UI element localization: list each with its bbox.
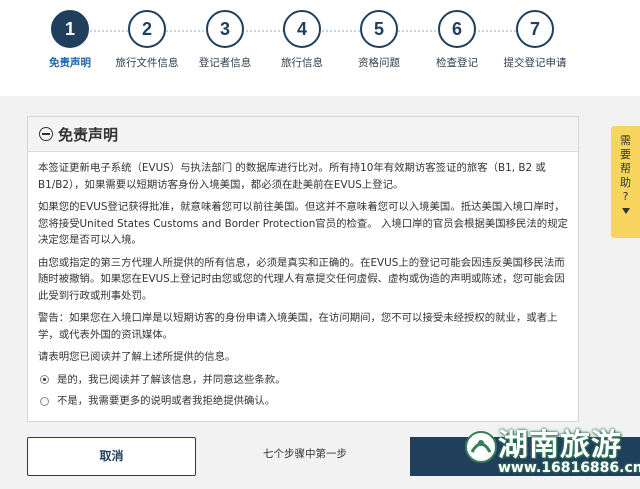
step-2-label: 旅行文件信息 bbox=[115, 57, 179, 69]
step-5-number: 5 bbox=[360, 10, 398, 48]
caret-down-icon bbox=[621, 208, 630, 214]
step-2-number: 2 bbox=[128, 10, 166, 48]
step-3-number: 3 bbox=[206, 10, 244, 48]
step-7[interactable]: 7 提交登记申请 bbox=[490, 10, 580, 70]
step-2[interactable]: 2 旅行文件信息 bbox=[102, 10, 192, 70]
disclaimer-body: 本签证更新电子系统（EVUS）与执法部门 的数据库进行比对。所有持10年有效期访… bbox=[28, 152, 578, 410]
decline-label[interactable]: 不是，我需要更多的说明或者我拒绝提供确认。 bbox=[57, 393, 275, 410]
disclaimer-paragraph: 本签证更新电子系统（EVUS）与执法部门 的数据库进行比对。所有持10年有效期访… bbox=[38, 162, 546, 191]
agree-label[interactable]: 是的，我已阅读并了解该信息，并同意这些条款。 bbox=[57, 372, 286, 389]
panel-title: 免责声明 bbox=[58, 125, 119, 144]
option-agree[interactable]: 是的，我已阅读并了解该信息，并同意这些条款。 bbox=[38, 372, 568, 389]
help-tab[interactable]: 需 要 帮 助 ? bbox=[611, 126, 640, 238]
agree-radio[interactable] bbox=[40, 375, 49, 385]
step-5[interactable]: 5 资格问题 bbox=[334, 10, 424, 70]
cancel-button[interactable]: 取消 bbox=[27, 437, 196, 476]
help-char: 要 bbox=[620, 148, 631, 161]
step-7-label: 提交登记申请 bbox=[503, 57, 567, 69]
disclaimer-panel-header[interactable]: 免责声明 bbox=[28, 117, 578, 152]
disclaimer-paragraph: 请表明您已阅读并了解上述所提供的信息。 bbox=[38, 351, 236, 363]
step-5-label: 资格问题 bbox=[358, 57, 400, 69]
disclaimer-panel: 免责声明 本签证更新电子系统（EVUS）与执法部门 的数据库进行比对。所有持10… bbox=[27, 116, 579, 422]
help-char: 帮 bbox=[620, 162, 631, 175]
collapse-icon[interactable] bbox=[39, 127, 53, 141]
step-6-label: 检查登记 bbox=[436, 57, 478, 69]
step-7-number: 7 bbox=[516, 10, 554, 48]
next-button[interactable] bbox=[410, 437, 640, 476]
decline-radio[interactable] bbox=[40, 396, 49, 406]
disclaimer-paragraph: 由您或指定的第三方代理人所提供的所有信息，必须是真实和正确的。在EVUS上的登记… bbox=[38, 256, 565, 302]
step-4-number: 4 bbox=[283, 10, 321, 48]
help-char: ? bbox=[622, 190, 629, 203]
step-6-number: 6 bbox=[438, 10, 476, 48]
step-6[interactable]: 6 检查登记 bbox=[412, 10, 502, 70]
step-1-number: 1 bbox=[51, 10, 89, 48]
step-progress-bar: 1 免责声明 2 旅行文件信息 3 登记者信息 4 旅行信息 5 资格问题 6 … bbox=[0, 0, 640, 96]
disclaimer-paragraph: 如果您的EVUS登记获得批准，就意味着您可以前往美国。但这并不意味着您可以入境美… bbox=[38, 201, 568, 246]
option-decline[interactable]: 不是，我需要更多的说明或者我拒绝提供确认。 bbox=[38, 393, 568, 410]
disclaimer-paragraph: 警告：如果您在入境口岸是以短期访客的身份申请入境美国，在访问期间，您不可以接受未… bbox=[38, 312, 558, 341]
step-counter: 七个步骤中第一步 bbox=[263, 448, 347, 460]
help-char: 需 bbox=[620, 134, 631, 147]
help-char: 助 bbox=[620, 176, 631, 189]
